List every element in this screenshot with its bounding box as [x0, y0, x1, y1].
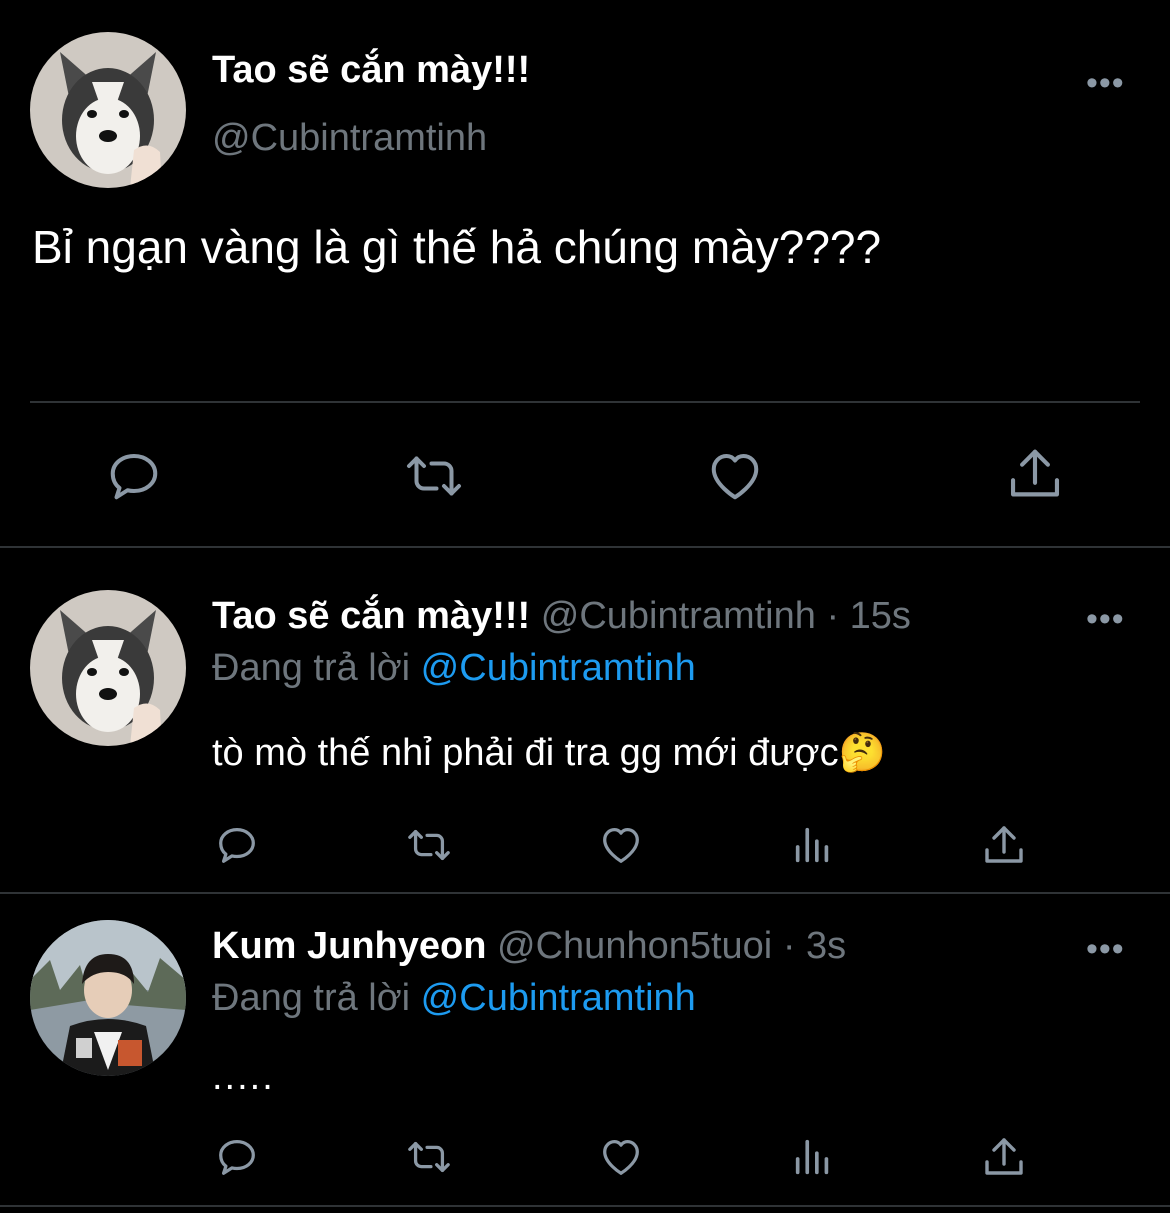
more-options-icon[interactable]: •••: [1086, 602, 1125, 636]
reply-header: Tao sẽ cắn mày!!! @Cubintramtinh · 15s: [212, 594, 911, 638]
section-divider: [0, 892, 1170, 894]
reply-icon[interactable]: [214, 1134, 260, 1180]
analytics-icon[interactable]: [790, 1134, 836, 1180]
timestamp[interactable]: · 3s: [783, 925, 846, 967]
retweet-icon[interactable]: [404, 1134, 454, 1180]
share-icon[interactable]: [980, 822, 1028, 870]
avatar[interactable]: [30, 920, 186, 1076]
like-icon[interactable]: [597, 822, 645, 868]
share-icon[interactable]: [1004, 444, 1066, 506]
person-avatar-image: [30, 920, 186, 1076]
section-divider: [0, 546, 1170, 548]
timestamp[interactable]: · 15s: [826, 595, 910, 637]
replying-to-handle[interactable]: @Cubintramtinh: [421, 977, 696, 1019]
retweet-icon[interactable]: [402, 446, 466, 506]
user-handle[interactable]: @Cubintramtinh: [212, 116, 487, 160]
reply-icon[interactable]: [214, 822, 260, 868]
share-icon[interactable]: [980, 1134, 1028, 1182]
reply-text: .....: [212, 1056, 275, 1098]
section-divider: [0, 1205, 1170, 1207]
tweet-divider: [30, 401, 1140, 403]
reply-icon[interactable]: [104, 446, 164, 506]
husky-avatar-image: [30, 590, 186, 746]
display-name[interactable]: Kum Junhyeon: [212, 925, 486, 967]
replying-to-label: Đang trả lời: [212, 647, 411, 689]
display-name[interactable]: Tao sẽ cắn mày!!!: [212, 595, 530, 637]
analytics-icon[interactable]: [790, 822, 836, 868]
replying-to-handle[interactable]: @Cubintramtinh: [421, 647, 696, 689]
avatar[interactable]: [30, 590, 186, 746]
replying-to-line: Đang trả lời @Cubintramtinh: [212, 646, 696, 690]
like-icon[interactable]: [597, 1134, 645, 1180]
husky-avatar-image: [30, 32, 186, 188]
avatar[interactable]: [30, 32, 186, 188]
retweet-icon[interactable]: [404, 822, 454, 868]
display-name[interactable]: Tao sẽ cắn mày!!!: [212, 48, 530, 92]
replying-to-line: Đang trả lời @Cubintramtinh: [212, 976, 696, 1020]
tweet-text: Bỉ ngạn vàng là gì thế hả chúng mày????: [32, 221, 882, 273]
user-handle[interactable]: @Chunhon5tuoi: [497, 925, 772, 967]
reply-header: Kum Junhyeon @Chunhon5tuoi · 3s: [212, 924, 846, 968]
reply-text: tò mò thế nhỉ phải đi tra gg mới được🤔: [212, 732, 886, 774]
replying-to-label: Đang trả lời: [212, 977, 411, 1019]
user-handle[interactable]: @Cubintramtinh: [541, 595, 816, 637]
like-icon[interactable]: [704, 446, 766, 506]
more-options-icon[interactable]: •••: [1086, 932, 1125, 966]
more-options-icon[interactable]: •••: [1086, 66, 1125, 100]
